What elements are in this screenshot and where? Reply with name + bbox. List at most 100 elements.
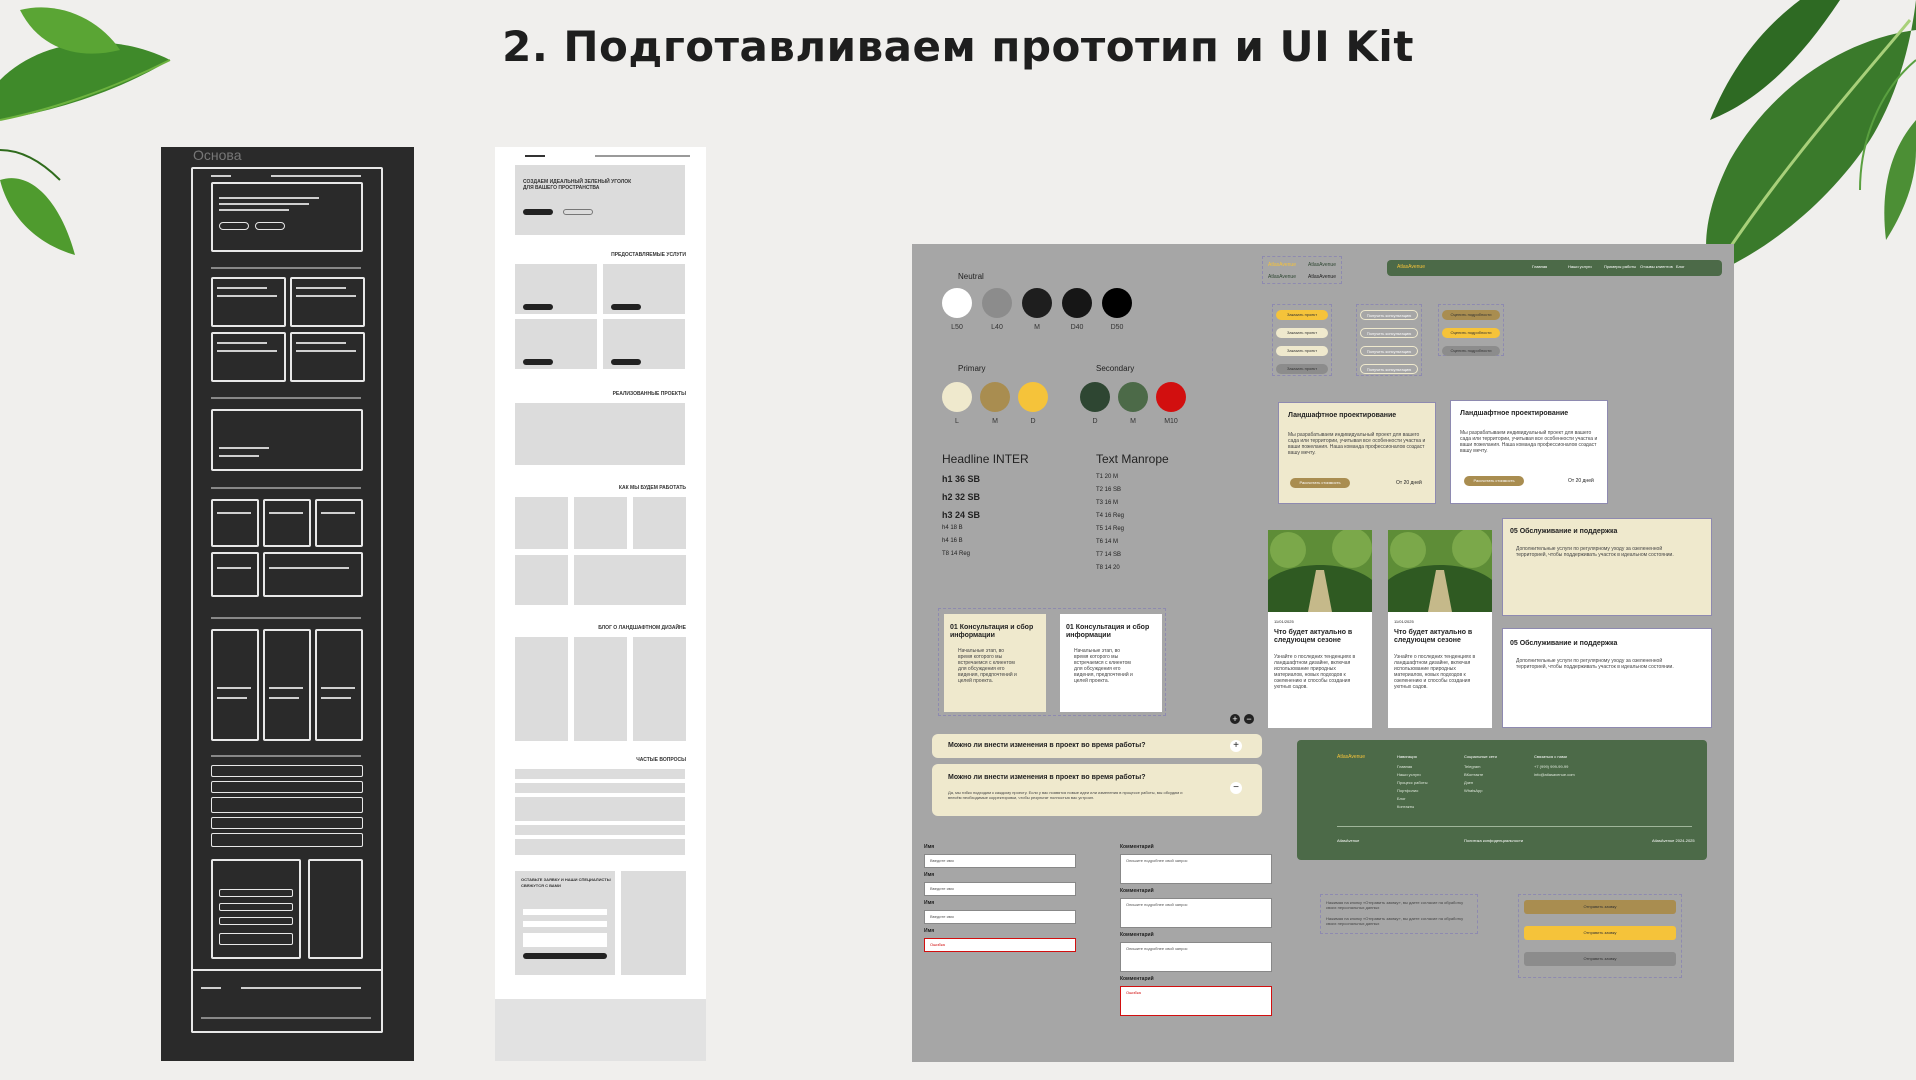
nav-link[interactable]: Наши услуги — [1568, 264, 1592, 269]
details-button[interactable]: Оценить подробности — [1442, 346, 1500, 356]
proto-section-services: ПРЕДОСТАВЛЯЕМЫЕ УСЛУГИ — [611, 252, 686, 258]
name-input-placeholder: Введите имя — [930, 886, 954, 891]
color-swatch — [1080, 382, 1110, 412]
submit-button[interactable]: Отправить заявку — [1524, 900, 1676, 914]
proto-hero-title: СОЗДАЕМ ИДЕАЛЬНЫЙ ЗЕЛЕНЫЙ УГОЛОК ДЛЯ ВАШ… — [523, 179, 632, 191]
swatch-name: M — [1130, 418, 1136, 425]
color-swatch — [1018, 382, 1048, 412]
color-swatch — [982, 288, 1012, 318]
wireframe-panel: Основа — [161, 147, 414, 1061]
faq-expand-icon[interactable]: + — [1230, 740, 1242, 752]
name-input-placeholder: Ошибка — [930, 942, 945, 947]
submit-button[interactable]: Отправить заявку — [1524, 926, 1676, 940]
footer-link[interactable]: Портфолио — [1397, 788, 1418, 793]
name-input[interactable] — [924, 938, 1076, 952]
swatch-name: D40 — [1070, 324, 1084, 331]
order-project-button[interactable]: Заказать проект — [1276, 328, 1328, 338]
footer-link[interactable]: Telegram — [1464, 764, 1480, 769]
footer-link[interactable]: ВКонтакте — [1464, 772, 1483, 777]
consent-text: Нажимая на кнопку «Отправить заявку», вы… — [1326, 900, 1464, 910]
footer-link[interactable]: WhatsApp — [1464, 788, 1482, 793]
comment-input[interactable] — [1120, 986, 1272, 1016]
footer-link[interactable]: Главная — [1397, 764, 1412, 769]
color-swatch — [1102, 288, 1132, 318]
nav-link[interactable]: Отзывы клиентов — [1640, 264, 1673, 269]
name-input-placeholder: Введите имя — [930, 914, 954, 919]
swatch-name: L40 — [991, 324, 1003, 331]
comment-field-label: Комментарий — [1120, 844, 1154, 850]
service-card-button[interactable]: Рассчитать стоимость — [1290, 478, 1350, 488]
submit-button[interactable]: Отправить заявку — [1524, 952, 1676, 966]
comment-field-label: Комментарий — [1120, 976, 1154, 982]
footer-link[interactable]: Блог — [1397, 796, 1406, 801]
headline-style: T8 14 Reg — [942, 551, 971, 557]
footer-link[interactable]: Процесс работы — [1397, 780, 1428, 785]
swatch-name: L — [955, 418, 959, 425]
ui-kit-panel: Neutral L50 L40 M D40 D50 Primary Secondary … — [912, 244, 1734, 1062]
consult-button[interactable]: Получить консультацию — [1360, 364, 1418, 374]
nav-link[interactable]: Главная — [1532, 264, 1547, 269]
text-style: T3 16 M — [1096, 500, 1119, 506]
swatch-name: L50 — [951, 324, 963, 331]
text-style: T5 14 Reg — [1096, 526, 1125, 532]
faq-collapse-icon[interactable]: − — [1230, 782, 1242, 794]
headline-style: h1 36 SB — [942, 474, 981, 484]
text-font-label: Text Manrope — [1096, 452, 1169, 466]
minus-icon[interactable]: − — [1244, 714, 1254, 724]
text-style: T8 14 20 — [1096, 565, 1120, 571]
text-style: T4 16 Reg — [1096, 513, 1125, 519]
swatch-name: D — [1030, 418, 1036, 425]
color-swatch — [942, 288, 972, 318]
prototype-panel: СОЗДАЕМ ИДЕАЛЬНЫЙ ЗЕЛЕНЫЙ УГОЛОК ДЛЯ ВАШ… — [495, 147, 706, 1061]
order-project-button[interactable]: Заказать проект — [1276, 364, 1328, 374]
proto-section-process: КАК МЫ БУДЕМ РАБОТАТЬ — [618, 485, 686, 491]
headline-style: h2 32 SB — [942, 492, 981, 502]
consult-button[interactable]: Получить консультацию — [1360, 328, 1418, 338]
wireframe-label: Основа — [193, 147, 242, 163]
headline-style: h4 16 B — [942, 538, 963, 544]
neutral-label: Neutral — [958, 272, 984, 281]
headline-style: h3 24 SB — [942, 510, 981, 520]
text-style: T6 14 M — [1096, 539, 1119, 545]
footer-contact: info@atlasavenue.com — [1534, 772, 1575, 777]
details-button[interactable]: Оценить подробности — [1442, 310, 1500, 320]
secondary-label: Secondary — [1096, 364, 1135, 373]
color-swatch — [1118, 382, 1148, 412]
color-swatch — [1156, 382, 1186, 412]
footer-contact: +7 (999) 999-99-99 — [1534, 764, 1569, 769]
order-project-button[interactable]: Заказать проект — [1276, 346, 1328, 356]
details-button[interactable]: Оценить подробности — [1442, 328, 1500, 338]
swatch-name: M — [992, 418, 998, 425]
comment-input-placeholder: Опишите подробнее свой запрос — [1126, 902, 1188, 907]
color-swatch — [1062, 288, 1092, 318]
swatch-name: D50 — [1110, 324, 1124, 331]
headline-font-label: Headline INTER — [942, 452, 1029, 466]
footer-link[interactable]: Наши услуги — [1397, 772, 1421, 777]
proto-section-blog: БЛОГ О ЛАНДШАФТНОМ ДИЗАЙНЕ — [598, 625, 686, 631]
comment-field-label: Комментарий — [1120, 888, 1154, 894]
name-field-label: Имя — [924, 872, 935, 878]
swatch-name: M — [1034, 324, 1040, 331]
color-swatch — [942, 382, 972, 412]
proto-section-faq: ЧАСТЫЕ ВОПРОСЫ — [636, 757, 686, 763]
nav-link[interactable]: Примеры работы — [1604, 264, 1636, 269]
footer-link[interactable]: Дзен — [1464, 780, 1473, 785]
nav-link[interactable]: Блог — [1676, 264, 1685, 269]
comment-field-label: Комментарий — [1120, 932, 1154, 938]
footer-link[interactable]: Контакты — [1397, 804, 1414, 809]
color-swatch — [980, 382, 1010, 412]
name-field-label: Имя — [924, 844, 935, 850]
text-style: T2 16 SB — [1096, 487, 1122, 493]
proto-form-title: ОСТАВЬТЕ ЗАЯВКУ И НАШИ СПЕЦИАЛИСТЫ СВЯЖУ… — [521, 877, 611, 888]
consult-button[interactable]: Получить консультацию — [1360, 310, 1418, 320]
blog-photo-2 — [1388, 530, 1492, 612]
swatch-name: D — [1092, 418, 1098, 425]
blog-photo-1 — [1268, 530, 1372, 612]
order-project-button[interactable]: Заказать проект — [1276, 310, 1328, 320]
consult-button[interactable]: Получить консультацию — [1360, 346, 1418, 356]
primary-label: Primary — [958, 364, 986, 373]
headline-style: h4 18 B — [942, 525, 963, 531]
name-field-label: Имя — [924, 928, 935, 934]
plus-icon[interactable]: + — [1230, 714, 1240, 724]
name-field-label: Имя — [924, 900, 935, 906]
